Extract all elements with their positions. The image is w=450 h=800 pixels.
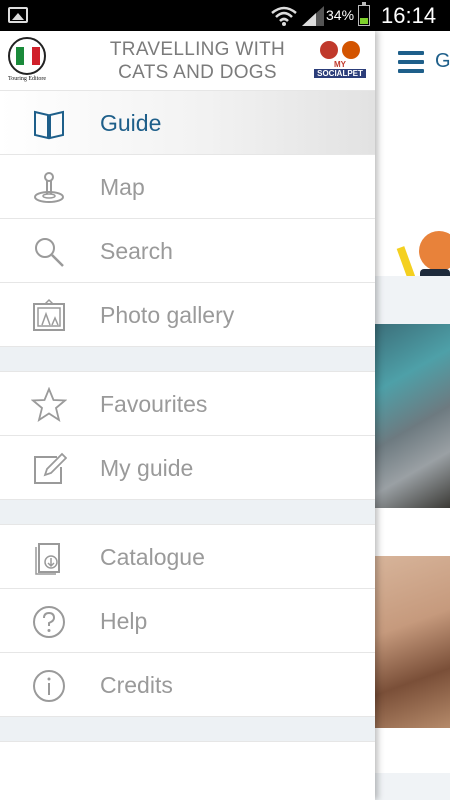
app-title-line2: CATS AND DOGS (118, 62, 277, 83)
map-pin-icon (34, 172, 64, 203)
menu-item-catalogue[interactable]: Catalogue (0, 525, 375, 589)
menu-item-label: Help (100, 608, 148, 634)
menu-item-label: Credits (100, 672, 173, 698)
accessories-photo[interactable] (375, 91, 450, 276)
menu-item-my-guide[interactable]: My guide (0, 436, 375, 500)
menu-item-favourites[interactable]: Favourites (0, 372, 375, 436)
photo-spacer (375, 508, 450, 556)
hamburger-menu-icon[interactable] (398, 51, 424, 73)
signal-icon (302, 6, 324, 26)
background-page-title: G (435, 50, 450, 72)
menu-item-label: Photo gallery (100, 302, 235, 328)
menu-item-label: Map (100, 174, 145, 200)
battery-percent: 34% (326, 7, 355, 23)
image-icon (8, 7, 28, 23)
menu-item-help[interactable]: Help (0, 589, 375, 653)
my-social-pet-logo[interactable]: MY SOCIALPET (314, 41, 366, 81)
app-title-line1: TRAVELLING WITH (109, 39, 286, 60)
menu-item-photo-gallery[interactable]: Photo gallery (0, 283, 375, 347)
edit-icon (34, 452, 67, 484)
menu-item-credits[interactable]: Credits (0, 653, 375, 717)
catalogue-download-icon (35, 543, 60, 575)
drawer-header: Touring Editore TRAVELLING WITH CATS AND… (0, 31, 375, 91)
menu-item-label: Favourites (100, 391, 208, 417)
status-bar: 34% 16:14 (0, 0, 450, 31)
cat-photo[interactable] (375, 324, 450, 508)
menu-item-label: Catalogue (100, 544, 205, 570)
menu-item-map[interactable]: Map (0, 155, 375, 219)
help-icon (33, 606, 65, 638)
menu-item-label: My guide (100, 455, 194, 481)
battery-icon (358, 2, 370, 26)
dog-photo[interactable] (375, 556, 450, 728)
menu-item-search[interactable]: Search (0, 219, 375, 283)
touring-editore-logo: Touring Editore (6, 37, 48, 85)
social-logo-line1: MY (334, 60, 346, 69)
app-title: TRAVELLING WITH CATS AND DOGS (95, 38, 300, 84)
menu-separator (0, 717, 375, 742)
background-page: G (375, 31, 450, 800)
photo-spacer (375, 728, 450, 773)
search-icon (35, 238, 64, 267)
menu-item-label: Guide (100, 110, 162, 136)
menu-separator (0, 500, 375, 525)
photo-frame-icon (33, 298, 65, 331)
menu-separator (0, 347, 375, 372)
social-logo-line2: SOCIALPET (314, 69, 366, 78)
menu-item-label: Search (100, 238, 173, 264)
book-icon (34, 110, 64, 140)
clock: 16:14 (381, 3, 437, 28)
menu-item-guide[interactable]: Guide (0, 91, 375, 155)
star-icon (31, 387, 67, 423)
background-toolbar: G (375, 31, 450, 91)
info-icon (33, 670, 65, 702)
publisher-caption: Touring Editore (7, 76, 47, 82)
navigation-drawer: Touring Editore TRAVELLING WITH CATS AND… (0, 31, 375, 800)
drawer-menu: Guide Map Search Photo gallery Favourite… (0, 91, 375, 742)
wifi-icon (271, 6, 297, 26)
